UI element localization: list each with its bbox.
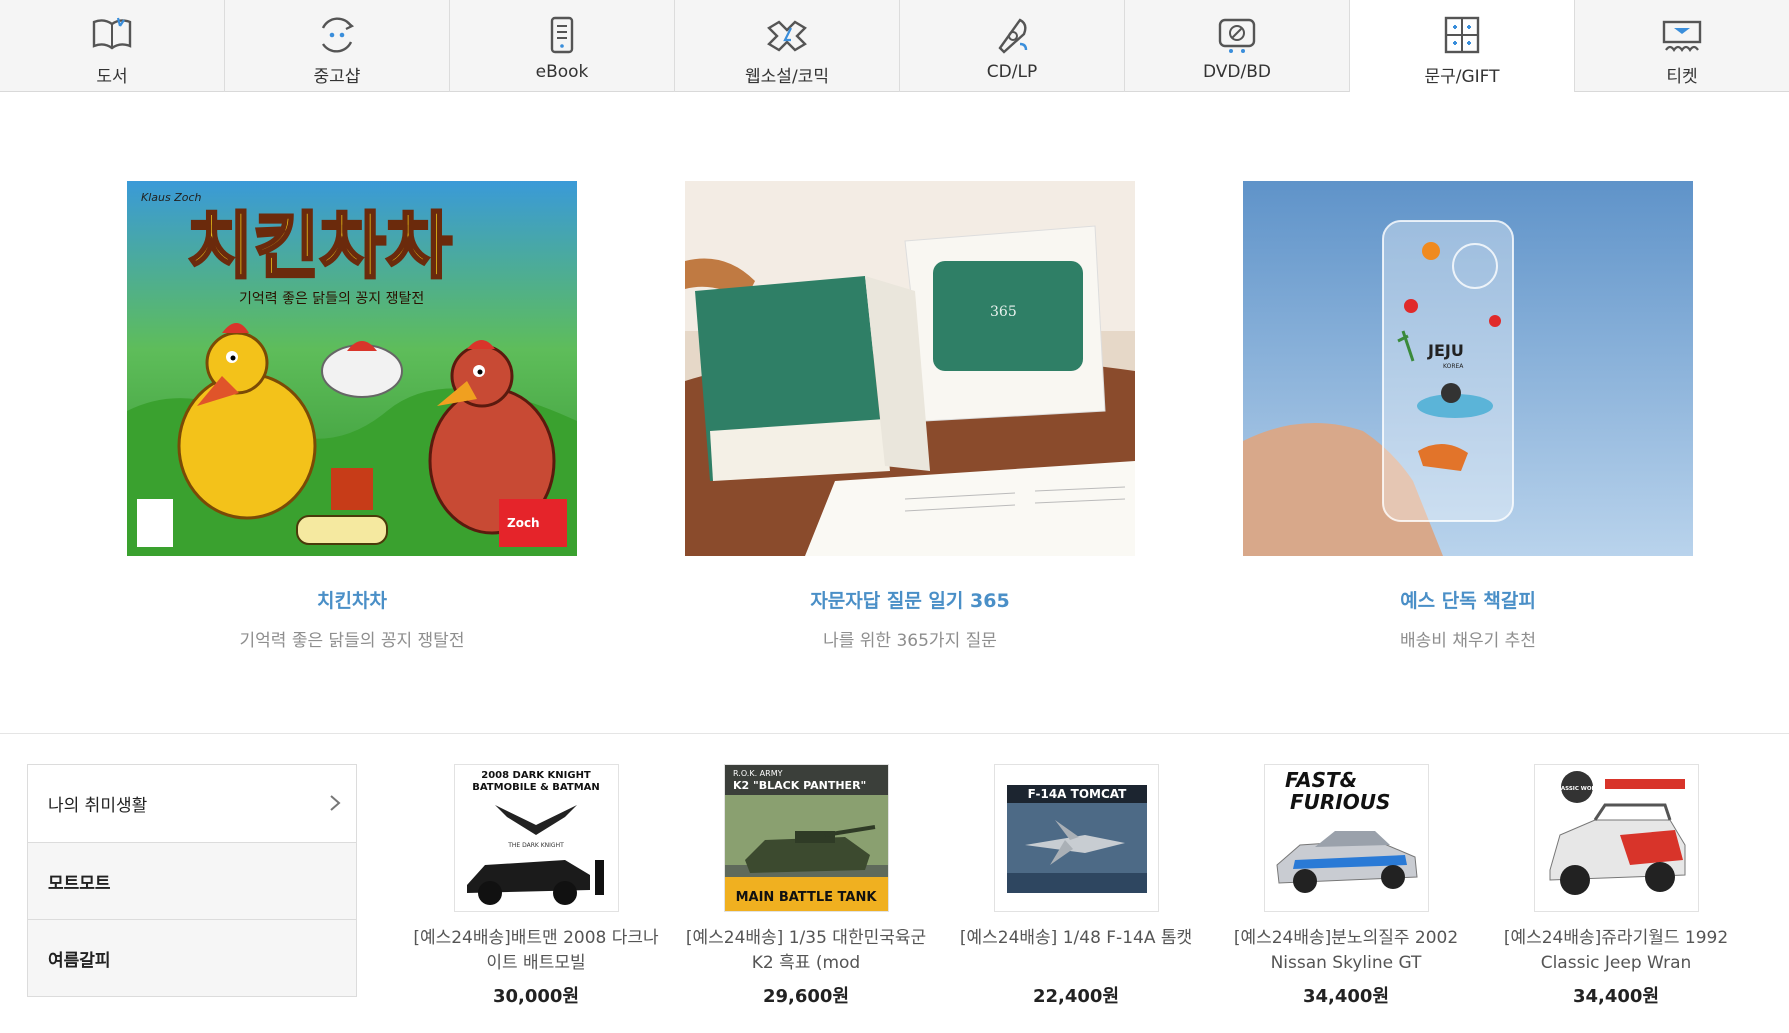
svg-text:Zoch: Zoch [507, 516, 540, 530]
category-ebook[interactable]: eBook [450, 0, 675, 92]
thumb-text: MAIN BATTLE TANK [735, 890, 877, 905]
product-name[interactable]: [예스24배송]분노의질주 2002 Nissan Skyline GT [1221, 926, 1471, 976]
sidebar-item-my-hobby[interactable]: 나의 취미생활 [28, 765, 356, 842]
feature-image[interactable]: Klaus Zoch 치킨차차 기억력 좋은 닭들의 꽁지 쟁탈전 Zoch [127, 181, 577, 556]
product-price: 22,400원 [1032, 986, 1120, 1007]
thumb-text: JURASSIC WORLD [1549, 786, 1604, 792]
category-label: CD/LP [986, 62, 1038, 82]
feature-card-bookmark[interactable]: JEJU KOREA 예스 단독 책갈피 배송비 채우기 추천 [1243, 181, 1693, 651]
chicken-chacha-box-art: Klaus Zoch 치킨차차 기억력 좋은 닭들의 꽁지 쟁탈전 Zoch [127, 181, 577, 556]
product-name[interactable]: [예스24배송] 1/48 F-14A 톰캣 [951, 926, 1201, 976]
thumb-text: K2 "BLACK PANTHER" [733, 779, 866, 792]
feature-card-question-diary[interactable]: 365 자문자답 질문 일기 365 나를 위한 365가지 질문 [685, 181, 1135, 651]
category-label: eBook [535, 62, 589, 82]
section-divider [0, 733, 1789, 734]
ticket-icon [1662, 20, 1702, 52]
diary-cover-number: 365 [990, 304, 1017, 320]
category-label: 티켓 [1666, 67, 1698, 87]
category-dvd-bd[interactable]: DVD/BD [1125, 0, 1350, 92]
sidebar-item-summer-bookmark[interactable]: 여름갈피 [28, 919, 356, 996]
product-card[interactable]: JURASSIC WORLD [예스24배송]쥬라기월드 1992 Classi… [1491, 764, 1741, 1008]
product-name[interactable]: [예스24배송]배트맨 2008 다크나이트 배트모빌 [411, 926, 661, 976]
category-webnovel-comic[interactable]: 웹소설/코믹 [675, 0, 900, 92]
used-shop-icon [321, 17, 355, 53]
thumb-text: FURIOUS [1290, 790, 1390, 814]
product-card[interactable]: F-14A TOMCAT [예스24배송] 1/48 F-14A 톰캣 22,4… [951, 764, 1201, 1008]
feature-subtitle: 배송비 채우기 추천 [1400, 631, 1536, 651]
category-nav: 도서 중고샵 eBook 웹소설/코믹 CD/LP DVD/BD 문구/GIFT… [0, 0, 1789, 92]
thumb-text: THE DARK KNIGHT [507, 842, 564, 849]
thumb-text: 2008 DARK KNIGHT [481, 770, 591, 781]
product-image[interactable]: F-14A TOMCAT [993, 764, 1159, 912]
category-ticket[interactable]: 티켓 [1575, 0, 1789, 92]
feature-title[interactable]: 자문자답 질문 일기 365 [685, 586, 1135, 613]
feature-title[interactable]: 예스 단독 책갈피 [1243, 586, 1693, 613]
dvd-bd-icon [1218, 18, 1256, 53]
nissan-skyline-thumbnail: FAST& FURIOUS [1264, 765, 1428, 911]
product-name[interactable]: [예스24배송]쥬라기월드 1992 Classic Jeep Wran [1491, 926, 1741, 976]
sidebar-item-label: 나의 취미생활 [48, 796, 148, 816]
product-name[interactable]: [예스24배송] 1/35 대한민국육군 K2 흑표 (mod [681, 926, 931, 976]
ebook-icon [550, 16, 574, 54]
gift-icon [1444, 16, 1480, 54]
product-image[interactable]: 2008 DARK KNIGHT BATMOBILE & BATMAN THE … [453, 764, 619, 912]
box-tagline: 기억력 좋은 닭들의 꽁지 쟁탈전 [239, 291, 424, 307]
question-diary-photo: 365 [685, 181, 1135, 556]
jurassic-jeep-thumbnail: JURASSIC WORLD [1534, 765, 1698, 911]
category-label: 문구/GIFT [1424, 67, 1500, 87]
category-book[interactable]: 도서 [0, 0, 225, 92]
thumb-text: BATMOBILE & BATMAN [472, 782, 600, 793]
jeju-bookmark-photo: JEJU KOREA [1243, 181, 1693, 556]
k2-tank-thumbnail: R.O.K. ARMY K2 "BLACK PANTHER" MAIN BATT… [724, 765, 888, 911]
product-price: 34,400원 [1572, 986, 1660, 1007]
feature-image[interactable]: 365 [685, 181, 1135, 556]
product-card[interactable]: FAST& FURIOUS [예스24배송]분노의질주 2002 Nissan … [1221, 764, 1471, 1008]
category-label: 도서 [96, 67, 128, 87]
product-image[interactable]: FAST& FURIOUS [1263, 764, 1429, 912]
category-used-shop[interactable]: 중고샵 [225, 0, 450, 92]
product-card[interactable]: R.O.K. ARMY K2 "BLACK PANTHER" MAIN BATT… [681, 764, 931, 1008]
product-image[interactable]: R.O.K. ARMY K2 "BLACK PANTHER" MAIN BATT… [723, 764, 889, 912]
category-label: 웹소설/코믹 [745, 67, 829, 87]
sidebar-item-label: 모트모트 [48, 873, 111, 894]
category-gift[interactable]: 문구/GIFT [1350, 0, 1575, 92]
book-icon [92, 17, 132, 50]
thumb-text: FAST& [1285, 768, 1357, 792]
feature-title[interactable]: 치킨차차 [127, 586, 577, 613]
box-author-text: Klaus Zoch [141, 191, 202, 204]
category-label: 중고샵 [313, 67, 361, 87]
product-price: 29,600원 [762, 986, 850, 1007]
feature-subtitle: 기억력 좋은 닭들의 꽁지 쟁탈전 [239, 631, 465, 651]
product-price: 30,000원 [492, 986, 580, 1007]
hobby-sidebar: 나의 취미생활 모트모트 여름갈피 [27, 764, 357, 997]
category-cd-lp[interactable]: CD/LP [900, 0, 1125, 92]
feature-card-chicken-chacha[interactable]: Klaus Zoch 치킨차차 기억력 좋은 닭들의 꽁지 쟁탈전 Zoch 치… [127, 181, 577, 651]
feature-subtitle: 나를 위한 365가지 질문 [823, 631, 997, 651]
product-card[interactable]: 2008 DARK KNIGHT BATMOBILE & BATMAN THE … [411, 764, 661, 1008]
thumb-text: F-14A TOMCAT [1027, 787, 1126, 801]
product-price: 34,400원 [1302, 986, 1390, 1007]
thumb-text: R.O.K. ARMY [733, 769, 783, 778]
chevron-right-icon [330, 795, 341, 811]
product-image[interactable]: JURASSIC WORLD [1533, 764, 1699, 912]
bookmark-place-sub: KOREA [1443, 363, 1464, 370]
cd-lp-icon [998, 18, 1028, 54]
f14a-tomcat-thumbnail: F-14A TOMCAT [994, 765, 1158, 911]
sidebar-item-motemote[interactable]: 모트모트 [28, 842, 356, 919]
box-logo-text: 치킨차차 [187, 204, 452, 288]
batmobile-thumbnail: 2008 DARK KNIGHT BATMOBILE & BATMAN THE … [454, 765, 618, 911]
bookmark-place-text: JEJU [1427, 341, 1464, 360]
sidebar-item-label: 여름갈피 [48, 950, 111, 971]
webnovel-comic-icon [767, 20, 807, 52]
feature-image[interactable]: JEJU KOREA [1243, 181, 1693, 556]
category-label: DVD/BD [1203, 62, 1271, 82]
